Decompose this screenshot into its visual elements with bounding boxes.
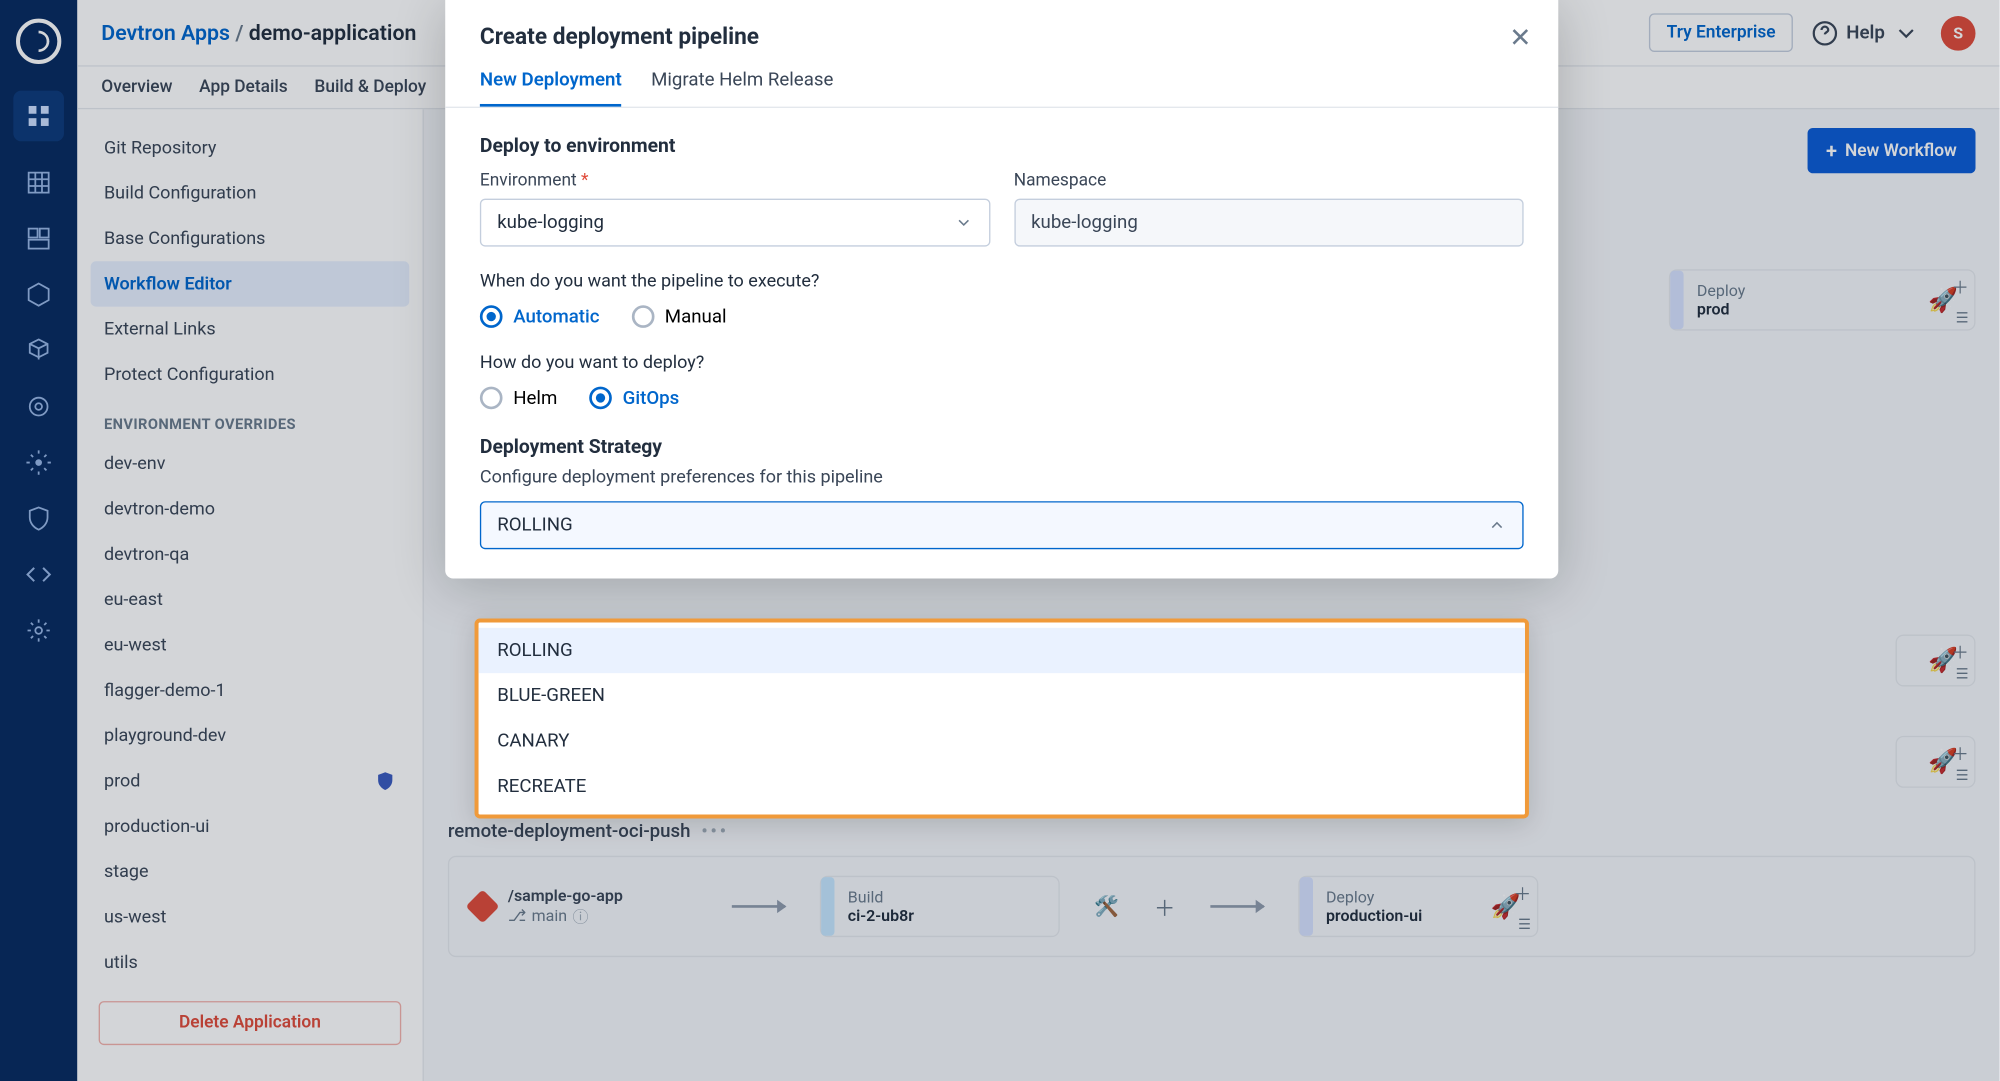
strategy-subtext: Configure deployment preferences for thi…: [480, 467, 1524, 488]
close-icon[interactable]: ✕: [1509, 24, 1531, 51]
deploy-question: How do you want to deploy?: [480, 352, 1524, 373]
strategy-option-blue-green[interactable]: BLUE-GREEN: [479, 673, 1525, 718]
strategy-value: ROLLING: [497, 515, 573, 536]
radio-helm[interactable]: Helm: [480, 387, 557, 410]
tab-migrate-helm-release[interactable]: Migrate Helm Release: [651, 69, 833, 106]
modal-tabs: New Deployment Migrate Helm Release: [445, 69, 1558, 108]
radio-gitops[interactable]: GitOps: [589, 387, 679, 410]
strategy-dropdown: ROLLING BLUE-GREEN CANARY RECREATE: [475, 619, 1529, 819]
radio-automatic[interactable]: Automatic: [480, 305, 600, 328]
chevron-down-icon: [954, 213, 973, 232]
strategy-option-canary[interactable]: CANARY: [479, 718, 1525, 763]
radio-manual[interactable]: Manual: [631, 305, 726, 328]
strategy-option-rolling[interactable]: ROLLING: [479, 628, 1525, 673]
modal-title: Create deployment pipeline: [480, 24, 1524, 51]
environment-select[interactable]: kube-logging: [480, 199, 990, 247]
environment-value: kube-logging: [497, 212, 604, 233]
strategy-select[interactable]: ROLLING: [480, 501, 1524, 549]
section-deploy-to-environment: Deploy to environment: [480, 135, 1524, 158]
namespace-label: Namespace: [1014, 171, 1524, 191]
execute-question: When do you want the pipeline to execute…: [480, 271, 1524, 292]
namespace-field: kube-logging: [1014, 199, 1524, 247]
tab-new-deployment[interactable]: New Deployment: [480, 69, 622, 106]
section-deployment-strategy: Deployment Strategy: [480, 436, 1524, 459]
environment-label: Environment *: [480, 171, 990, 191]
chevron-up-icon: [1488, 516, 1507, 535]
create-deployment-pipeline-modal: Create deployment pipeline ✕ New Deploym…: [445, 0, 1558, 579]
strategy-option-recreate[interactable]: RECREATE: [479, 764, 1525, 809]
namespace-value: kube-logging: [1031, 212, 1138, 233]
